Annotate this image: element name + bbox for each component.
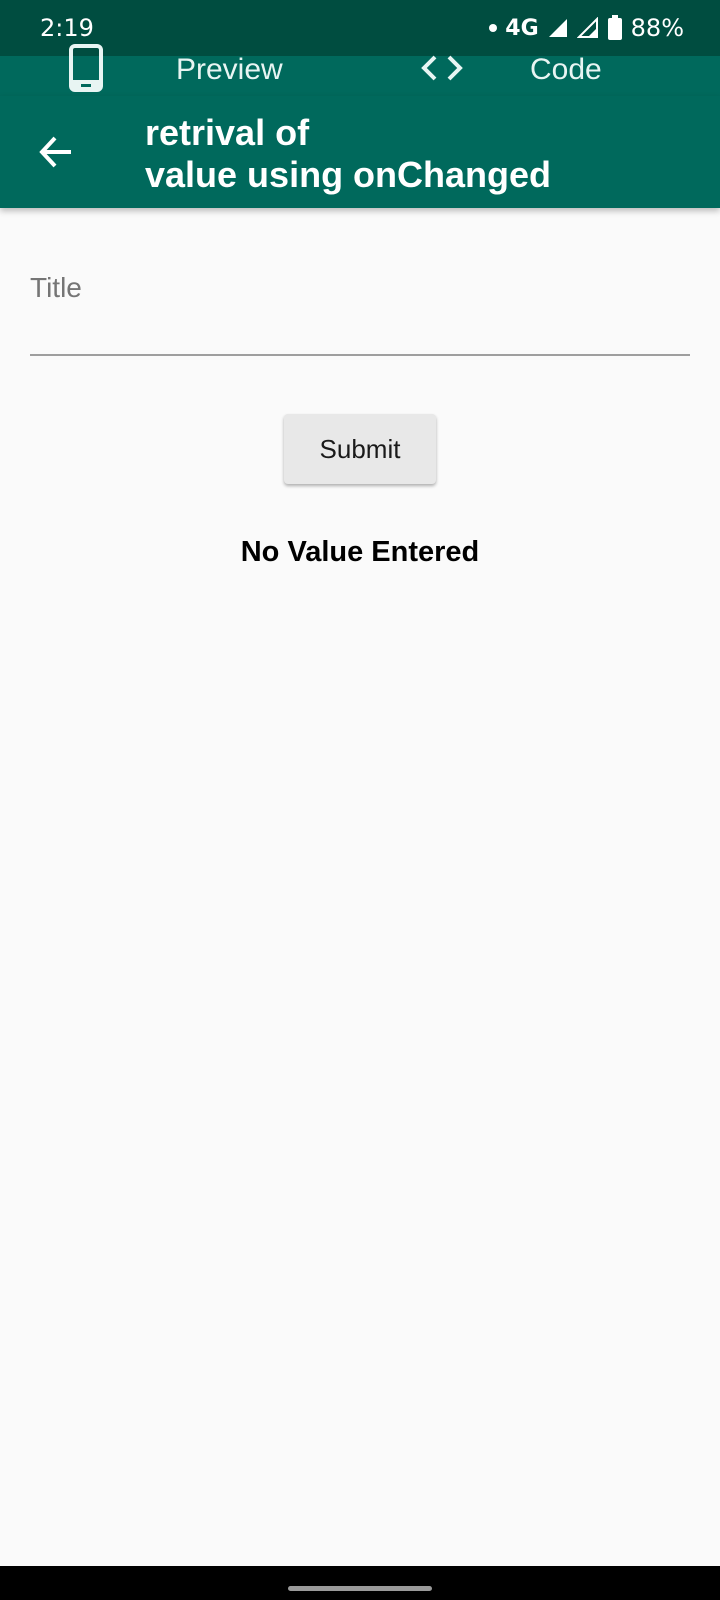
system-nav-bar	[0, 1566, 720, 1600]
battery-icon	[607, 15, 622, 40]
title-field	[30, 262, 690, 358]
title-input[interactable]	[30, 262, 690, 356]
arrow-back-icon	[39, 136, 71, 168]
tab-code-label: Code	[530, 53, 602, 86]
code-brackets-icon	[420, 53, 464, 88]
submit-button[interactable]: Submit	[284, 414, 436, 484]
signal-icon	[576, 17, 598, 38]
result-text: No Value Entered	[240, 536, 480, 568]
home-gesture-handle[interactable]	[288, 1586, 432, 1591]
signal-icon	[548, 19, 567, 37]
network-type: 4G	[505, 15, 539, 41]
status-icons: 4G 88%	[489, 14, 684, 42]
tab-code[interactable]: Code	[420, 42, 602, 98]
app-bar: retrival of value using onChanged	[0, 96, 720, 208]
battery-level: 88%	[630, 14, 684, 42]
tab-preview-label: Preview	[176, 53, 283, 86]
page-title: retrival of value using onChanged	[145, 112, 552, 195]
phone-icon	[68, 43, 104, 97]
signal-dot-icon	[489, 24, 498, 32]
tab-preview[interactable]: Preview	[68, 42, 283, 98]
back-button[interactable]	[30, 126, 82, 178]
preview-code-tab-bar: Preview Code	[0, 43, 720, 96]
status-time: 2:19	[40, 14, 94, 42]
